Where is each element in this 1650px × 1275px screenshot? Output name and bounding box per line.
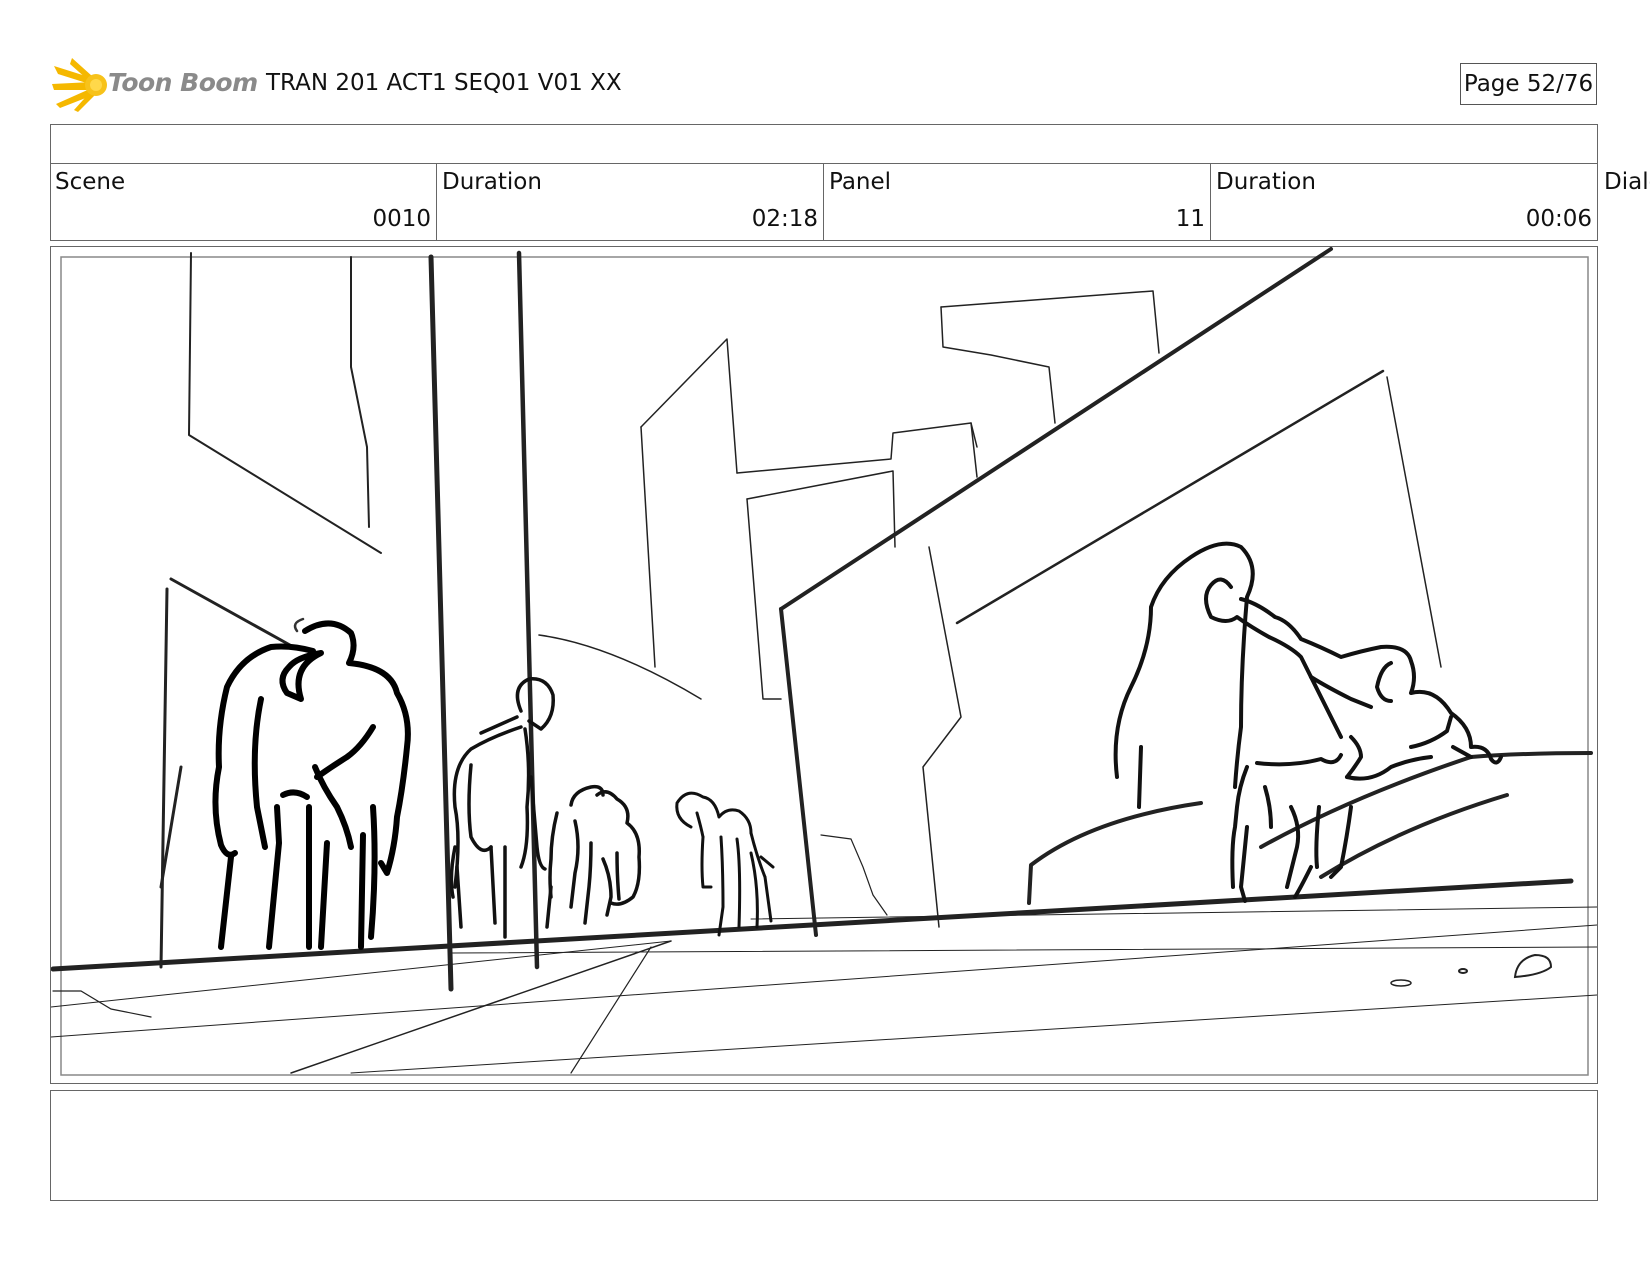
panel-cell: Panel 11 [824, 163, 1211, 241]
figure-crouching [545, 784, 642, 929]
sketch-details [293, 617, 305, 633]
ground-lines [51, 878, 1597, 1074]
panel-sketch [51, 247, 1597, 1076]
star-burst-icon [52, 58, 107, 112]
scene-value: 0010 [372, 206, 431, 232]
panel-duration-value: 00:06 [1525, 206, 1592, 232]
document-title: TRAN 201 ACT1 SEQ01 V01 XX [266, 70, 622, 96]
dialog-label: Dialo [1604, 169, 1650, 195]
figure-middle-walking [449, 677, 555, 939]
scene-label: Scene [55, 169, 126, 195]
panel-value: 11 [1175, 206, 1205, 232]
panel-info-row: Scene 0010 Duration 02:18 Panel 11 Durat… [50, 163, 1650, 241]
toon-boom-logo: Toon Boom [52, 56, 258, 112]
scene-duration-value: 02:18 [751, 206, 818, 232]
scene-duration-cell: Duration 02:18 [437, 163, 824, 241]
header-strip [50, 124, 1598, 163]
storyboard-panel [50, 246, 1598, 1084]
rock-mound [1027, 751, 1593, 905]
scene-cell: Scene 0010 [50, 163, 437, 241]
background-buildings [159, 247, 1442, 992]
page-indicator: Page 52/76 [1460, 63, 1597, 105]
panel-duration-cell: Duration 00:06 [1211, 163, 1598, 241]
panel-duration-label: Duration [1216, 169, 1316, 195]
panel-label: Panel [829, 169, 892, 195]
logo-text: Toon Boom [108, 68, 258, 97]
figure-large-left [212, 620, 411, 950]
panel-notes-box[interactable] [50, 1090, 1598, 1201]
figure-right-action [1113, 541, 1503, 903]
figure-small-hunched [675, 791, 775, 937]
scene-duration-label: Duration [442, 169, 542, 195]
